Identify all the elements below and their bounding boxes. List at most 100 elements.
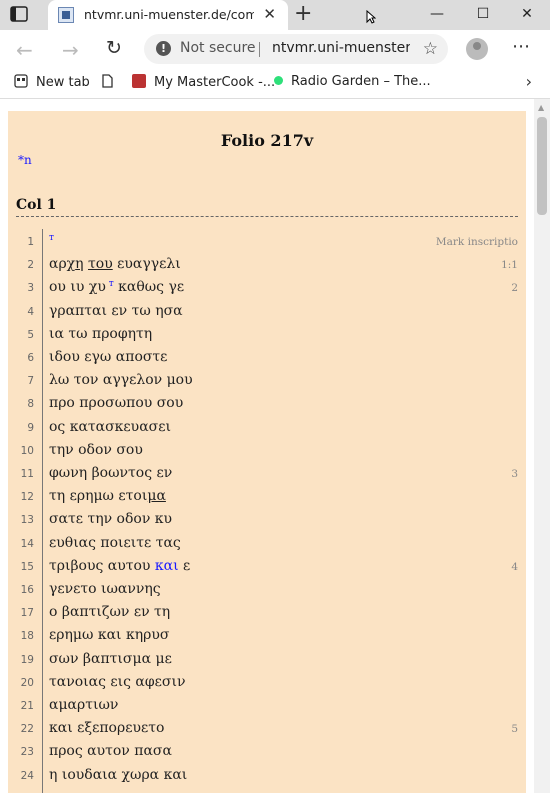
supplied-marker[interactable]: т (106, 279, 114, 289)
line-text[interactable]: τανοιας εις αφεσιν (49, 674, 185, 690)
site-favicon-icon (58, 7, 74, 23)
profile-avatar-icon[interactable] (466, 38, 488, 60)
transcription-line: 3 ου ιυ χυ т καθως γε 2 (8, 277, 526, 300)
transcription-line: 1 т Mark inscriptio (8, 231, 526, 254)
warning-icon[interactable]: ! (156, 41, 171, 56)
note-marker[interactable]: *n (18, 153, 32, 167)
line-text[interactable]: ο βαπτιζων εν τη (49, 604, 170, 620)
line-number: 3 (27, 282, 34, 295)
verse-reference: 2 (511, 282, 518, 295)
address-bar[interactable]: ! Not secure ntvmr.uni-muenster.de/commu… (144, 34, 448, 64)
address-separator (259, 42, 260, 57)
line-text[interactable]: ευθιας ποιειτε τας (49, 535, 181, 551)
bookmarks-bar: New tab My MasterCook -... Radio Garden … (0, 68, 550, 99)
line-number: 7 (27, 375, 34, 388)
transcription-line: 14 ευθιας ποιειτε τας (8, 533, 526, 556)
transcription-line: 22 και εξεπορευετο 5 (8, 718, 526, 741)
transcription-line: 7 λω τον αγγελον μου (8, 370, 526, 393)
line-text[interactable]: σατε την οδον κυ (49, 511, 172, 527)
line-text[interactable]: γενετο ιωαννης (49, 581, 161, 597)
underlined-text: του (88, 256, 113, 273)
text-part: ιδου εγω αποστε (49, 349, 168, 365)
minimize-icon[interactable]: — (414, 0, 460, 30)
bookmarks-overflow-icon[interactable]: › (526, 72, 532, 91)
line-number: 10 (20, 444, 34, 457)
tab-actions-icon[interactable] (10, 6, 28, 22)
line-text[interactable]: τη ερημω ετοιμα (49, 488, 166, 504)
line-text[interactable]: ος κατασκευασει (49, 419, 171, 435)
line-text[interactable]: αμαρτιων (49, 697, 118, 713)
line-number: 12 (20, 491, 34, 504)
column-heading: Col 1 (16, 197, 57, 213)
verse-reference: 4 (511, 560, 518, 573)
address-toolbar: ← → ↻ ! Not secure ntvmr.uni-muenster.de… (0, 30, 550, 68)
transcription-line: 9 ος κατασκευασει (8, 417, 526, 440)
forward-arrow-icon[interactable]: → (62, 38, 79, 62)
bookmark-mastercook[interactable]: My MasterCook -... (132, 74, 275, 90)
column-divider (16, 216, 518, 217)
url-text[interactable]: ntvmr.uni-muenster.de/community (272, 40, 410, 56)
text-part: γραπται εν τω ησα (49, 302, 183, 319)
line-number: 13 (20, 514, 34, 527)
bookmark-label: Radio Garden – The... (291, 74, 431, 89)
line-text[interactable]: ου ιυ χυ т καθως γε (49, 279, 184, 295)
add-favorite-icon[interactable]: ☆ (423, 39, 438, 59)
bookmark-new-tab[interactable]: New tab (14, 74, 90, 90)
transcription-line: 11 φωνη βοωντος εν 3 (8, 463, 526, 486)
highlighted-word[interactable]: και (155, 558, 179, 574)
line-text[interactable]: προς αυτον πασα (49, 743, 172, 759)
scroll-thumb[interactable] (537, 117, 547, 215)
line-number: 5 (27, 328, 34, 341)
line-number: 2 (27, 259, 34, 272)
line-number: 6 (27, 352, 34, 364)
verse-reference: 1:1 (501, 259, 518, 272)
transcription-line: 18 ερημω και κηρυσ (8, 625, 526, 648)
new-tab-icon[interactable]: + (294, 1, 312, 26)
close-tab-icon[interactable]: ✕ (263, 5, 276, 23)
mouse-cursor-icon (366, 10, 376, 24)
bookmark-radio-garden[interactable]: Radio Garden – The... (274, 74, 431, 89)
text-part: σων βαπτισμα με (49, 650, 172, 667)
vertical-scrollbar[interactable]: ▲ (534, 99, 550, 793)
line-text[interactable]: т (49, 233, 54, 249)
maximize-icon[interactable]: ☐ (460, 0, 506, 30)
line-text[interactable]: φωνη βοωντος εν (49, 465, 172, 481)
line-text[interactable]: ιδου εγω αποστε (49, 349, 167, 365)
line-text[interactable]: αρχη του ευαγγελι (49, 256, 181, 272)
radio-garden-icon (274, 76, 283, 85)
line-number: 19 (20, 653, 34, 666)
bookmark-document[interactable] (100, 74, 122, 90)
text-part: την οδον σου (49, 441, 143, 458)
text-part: τη ερημω ετοι (49, 488, 148, 505)
transcription-line: 13 σατε την οδον κυ (8, 509, 526, 532)
back-arrow-icon[interactable]: ← (16, 38, 33, 62)
line-text[interactable]: την οδον σου (49, 442, 143, 458)
line-text[interactable]: η ιουδαια χωρα και (49, 767, 187, 783)
reload-icon[interactable]: ↻ (106, 37, 122, 59)
line-text[interactable]: τριβους αυτου και ε (49, 558, 190, 574)
text-part: σατε την οδον κυ (49, 511, 173, 528)
text-part: η ιουδαια χωρα και (49, 766, 188, 783)
line-number: 23 (20, 746, 34, 759)
scroll-up-icon[interactable]: ▲ (538, 103, 544, 112)
text-part: αρχ (49, 256, 76, 273)
more-menu-icon[interactable]: ⋯ (512, 36, 531, 57)
transcription-line: 4 γραπται εν τω ησα (8, 301, 526, 324)
line-text[interactable]: λω τον αγγελον μου (49, 372, 193, 388)
line-text[interactable]: προ προσωπου σου (49, 395, 183, 411)
supplied-marker[interactable]: т (49, 233, 54, 243)
line-text[interactable]: σων βαπτισμα με (49, 651, 172, 667)
transcription-line: 8 προ προσωπου σου (8, 393, 526, 416)
line-number: 11 (20, 468, 34, 480)
line-text[interactable]: γραπται εν τω ησα (49, 303, 183, 319)
line-number: 8 (27, 398, 34, 411)
underlined-text: μα (147, 488, 166, 505)
line-number: 15 (20, 560, 34, 573)
line-text[interactable]: ια τω προφητη (49, 326, 152, 342)
active-tab[interactable]: ntvmr.uni-muenster.de/commun ✕ (48, 0, 288, 30)
close-window-icon[interactable]: ✕ (504, 0, 550, 30)
line-number: 17 (20, 607, 34, 620)
line-text[interactable]: και εξεπορευετο (49, 720, 164, 736)
text-part: ε (178, 557, 191, 574)
line-text[interactable]: ερημω και κηρυσ (49, 627, 169, 643)
